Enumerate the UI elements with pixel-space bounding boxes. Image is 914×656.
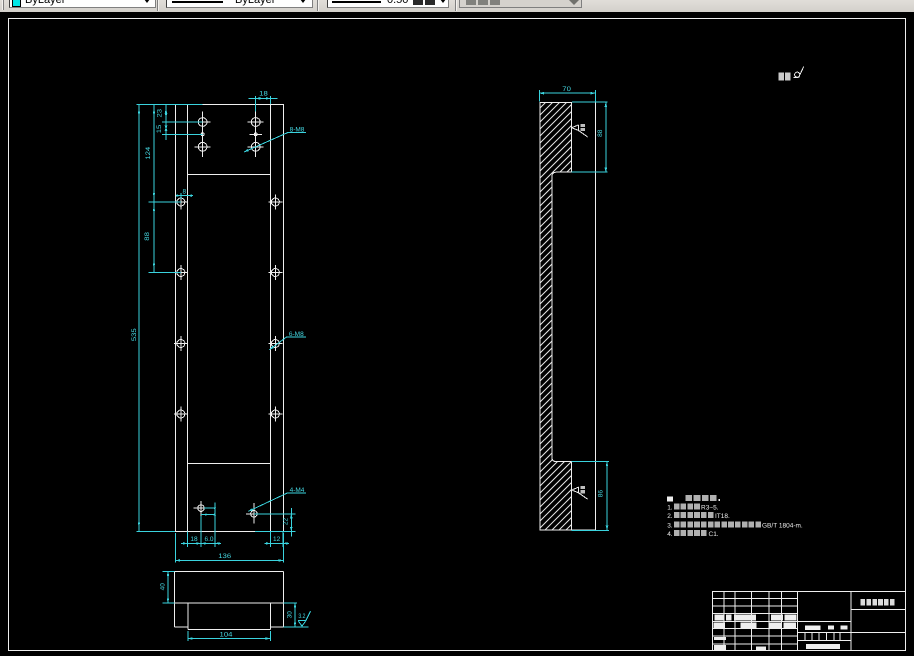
svg-text:86: 86: [598, 490, 605, 498]
svg-text:88: 88: [144, 232, 151, 241]
svg-text:535: 535: [131, 328, 138, 341]
svg-text:3.2: 3.2: [298, 613, 305, 620]
svg-text:104: 104: [220, 631, 233, 638]
svg-text:2.: 2.: [667, 513, 673, 520]
svg-text:GB/T 1804-m.: GB/T 1804-m.: [762, 523, 803, 530]
svg-text:12: 12: [273, 536, 281, 543]
svg-text:136: 136: [218, 553, 231, 560]
svg-text:70: 70: [562, 86, 571, 93]
svg-text:C1.: C1.: [709, 531, 719, 538]
svg-text:18: 18: [259, 90, 268, 97]
svg-text:22: 22: [283, 518, 290, 526]
svg-text:124: 124: [145, 146, 152, 159]
svg-text:40: 40: [160, 583, 167, 591]
svg-text:88: 88: [597, 129, 604, 137]
svg-text:18: 18: [190, 536, 198, 543]
svg-text:30: 30: [287, 611, 294, 619]
svg-text:IT18.: IT18.: [715, 513, 730, 520]
svg-text:4.: 4.: [667, 531, 673, 538]
svg-text:15: 15: [156, 124, 163, 133]
svg-text:1.: 1.: [667, 505, 673, 512]
svg-text:3.: 3.: [667, 523, 673, 530]
svg-text:R3~5.: R3~5.: [701, 504, 719, 511]
svg-text:8: 8: [182, 189, 186, 196]
svg-text:23: 23: [156, 108, 163, 117]
svg-text:6.0: 6.0: [204, 536, 213, 543]
